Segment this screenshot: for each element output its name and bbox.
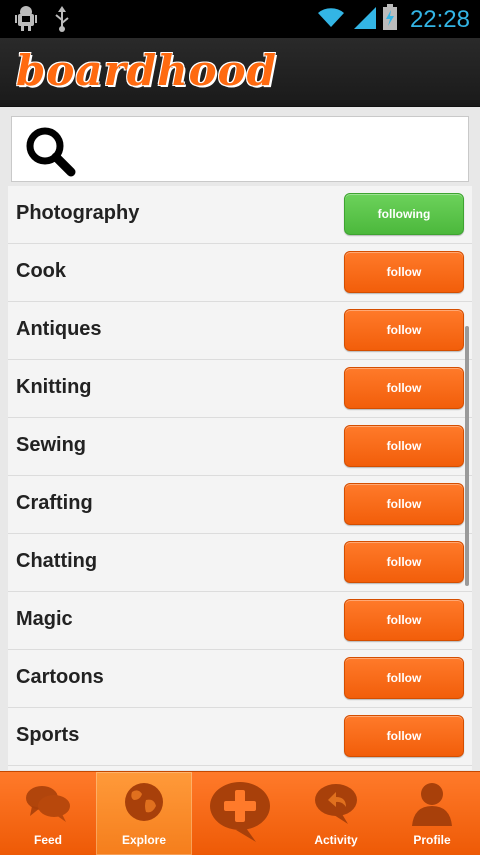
speech-bubbles-icon: [24, 780, 72, 828]
boardhood-logo: boardhood: [16, 46, 278, 95]
list-item: Cook follow: [8, 244, 472, 302]
signal-icon: [352, 5, 376, 34]
nav-add-post[interactable]: [192, 772, 288, 855]
list-item: [8, 766, 472, 770]
nav-feed[interactable]: Feed: [0, 772, 96, 855]
app-bar: boardhood: [0, 38, 480, 107]
follow-button[interactable]: follow: [344, 657, 464, 699]
list-item: Crafting follow: [8, 476, 472, 534]
follow-button[interactable]: follow: [344, 251, 464, 293]
person-icon: [408, 780, 456, 828]
topic-name: Knitting: [16, 376, 92, 398]
add-post-icon: [206, 778, 274, 846]
list-item: Knitting follow: [8, 360, 472, 418]
list-item: Magic follow: [8, 592, 472, 650]
nav-profile[interactable]: Profile: [384, 772, 480, 855]
wifi-icon: [316, 5, 346, 34]
follow-button[interactable]: follow: [344, 367, 464, 409]
nav-label: Explore: [121, 833, 166, 847]
list-item: Sports follow: [8, 708, 472, 766]
list-scrollbar[interactable]: [465, 326, 469, 586]
nav-label: Profile: [413, 833, 451, 847]
battery-charging-icon: [382, 4, 398, 35]
usb-icon: [52, 6, 72, 37]
follow-button[interactable]: follow: [344, 599, 464, 641]
bottom-nav: Feed Explore Activity Profile: [0, 771, 480, 855]
list-item: Photography following: [8, 186, 472, 244]
follow-button[interactable]: follow: [344, 425, 464, 467]
follow-button[interactable]: follow: [344, 715, 464, 757]
list-item: Antiques follow: [8, 302, 472, 360]
search-input[interactable]: [84, 129, 458, 171]
topic-name: Cartoons: [16, 666, 104, 688]
list-item: Sewing follow: [8, 418, 472, 476]
list-item: Chatting follow: [8, 534, 472, 592]
reply-bubble-icon: [312, 780, 360, 828]
topic-name: Magic: [16, 608, 73, 630]
android-debug-icon: [14, 6, 38, 37]
nav-label: Feed: [33, 833, 62, 847]
following-button[interactable]: following: [344, 193, 464, 235]
topic-name: Photography: [16, 202, 140, 224]
nav-label: Activity: [314, 833, 358, 847]
topic-name: Sewing: [16, 434, 87, 456]
topic-name: Cook: [16, 260, 66, 282]
search-icon[interactable]: [24, 125, 76, 182]
topic-name: Sports: [16, 724, 80, 746]
topic-name: Crafting: [16, 492, 93, 514]
follow-button[interactable]: follow: [344, 309, 464, 351]
search-box[interactable]: [11, 116, 469, 182]
globe-icon: [120, 780, 168, 828]
follow-button[interactable]: follow: [344, 541, 464, 583]
topics-list[interactable]: Photography following Cook follow Antiqu…: [8, 186, 472, 770]
topic-name: Chatting: [16, 550, 98, 572]
status-bar: 22:28: [0, 0, 480, 38]
list-item: Cartoons follow: [8, 650, 472, 708]
nav-activity[interactable]: Activity: [288, 772, 384, 855]
follow-button[interactable]: follow: [344, 483, 464, 525]
clock: 22:28: [409, 5, 470, 33]
nav-explore[interactable]: Explore: [96, 772, 192, 855]
topic-name: Antiques: [16, 318, 102, 340]
